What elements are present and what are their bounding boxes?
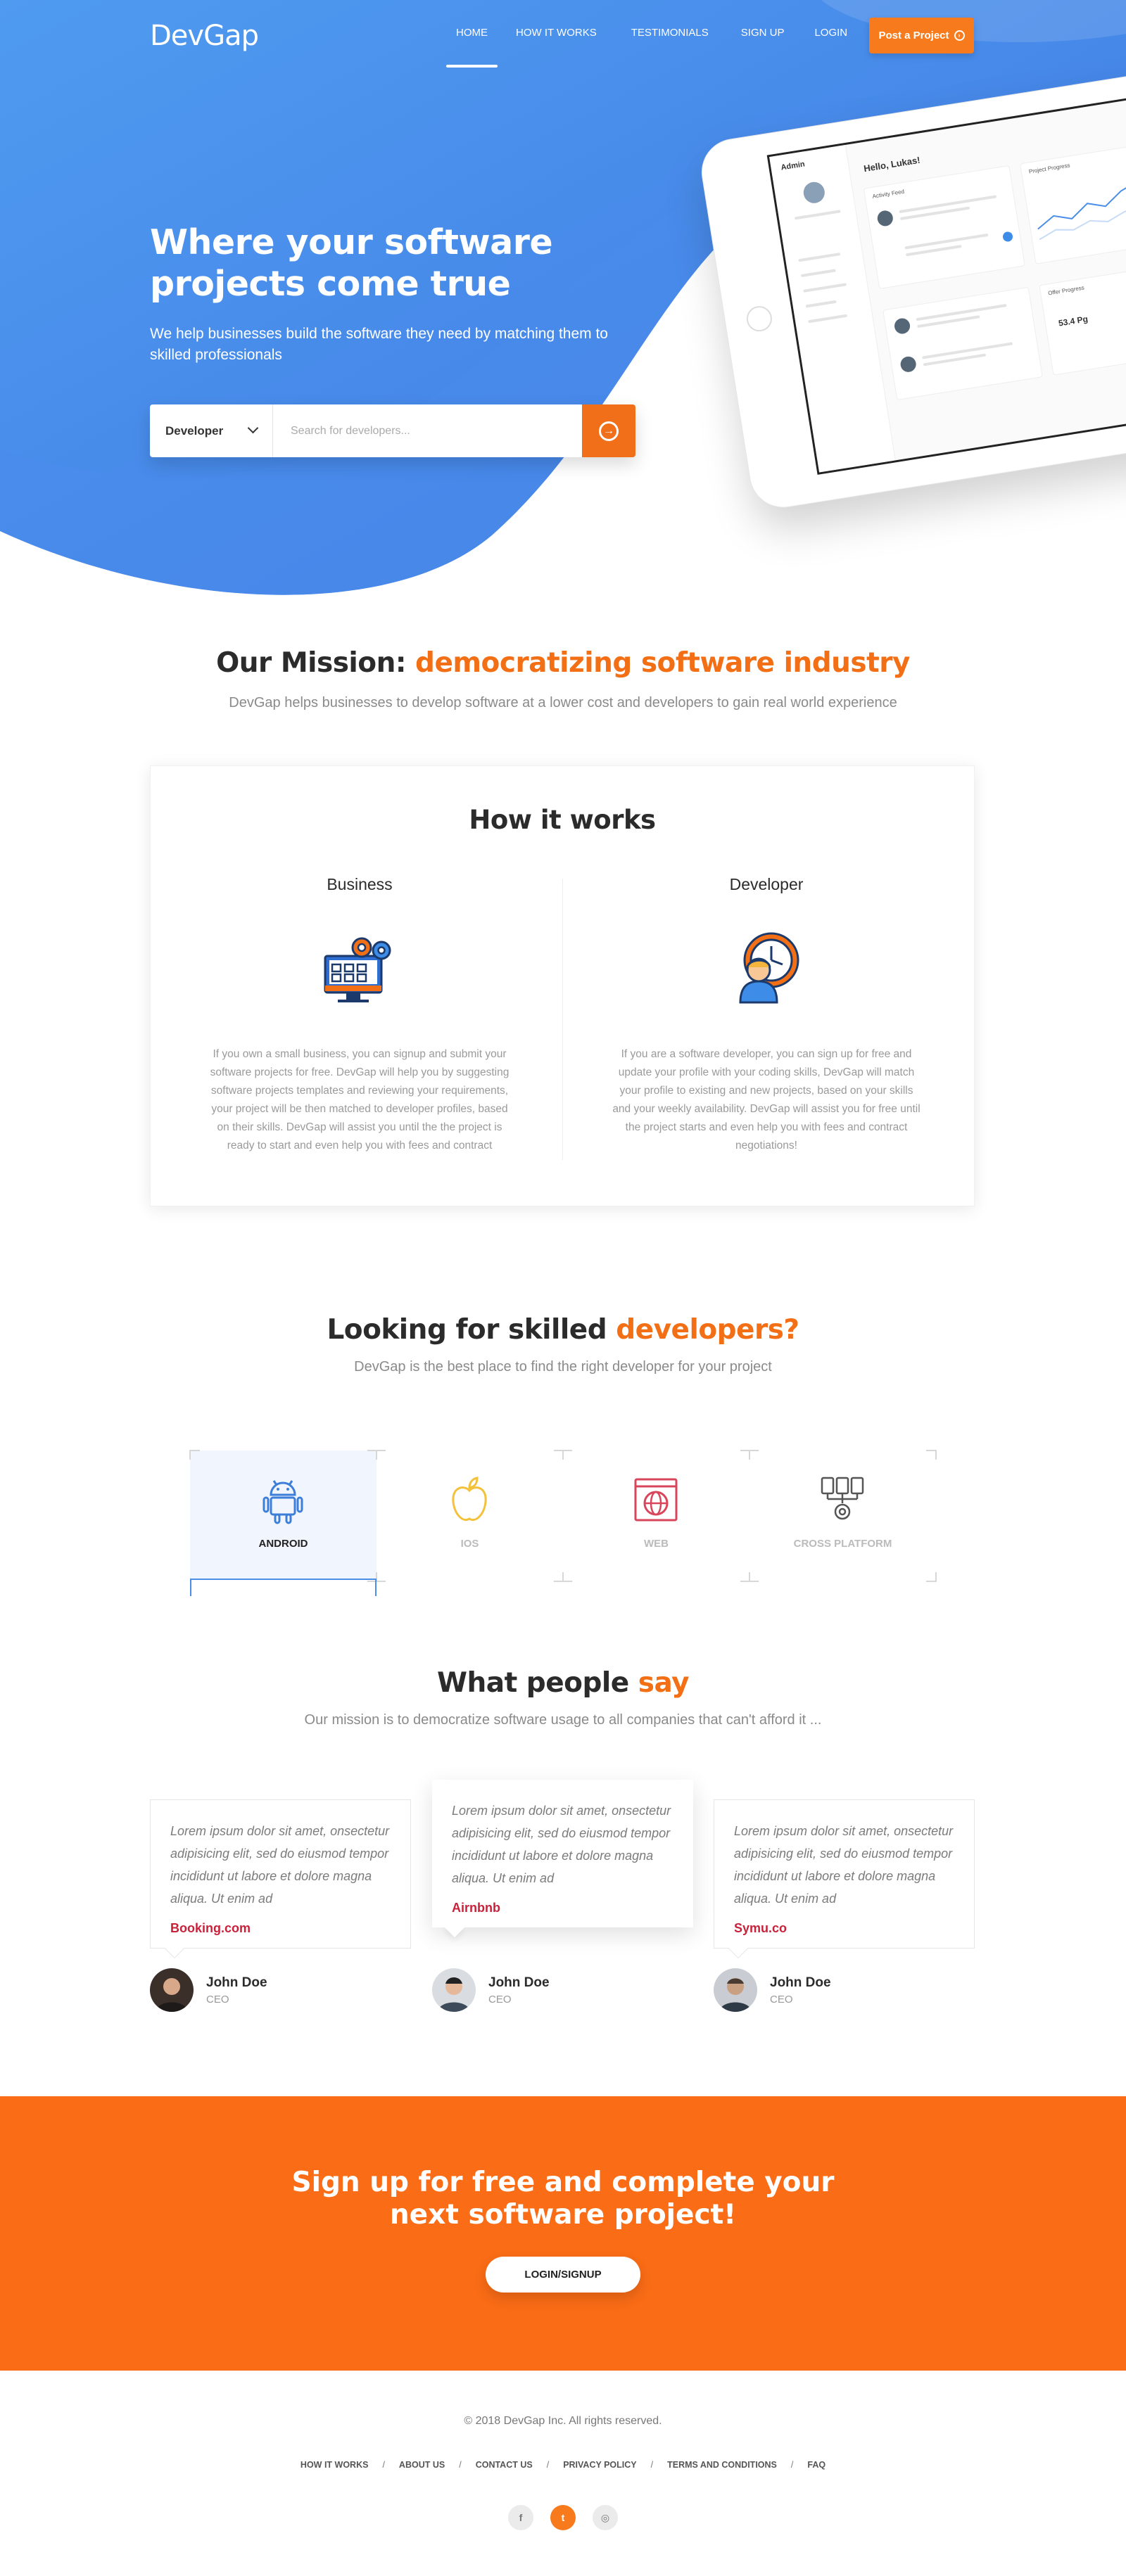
category-grid-marks <box>189 1450 937 1582</box>
footer-links: HOW IT WORKS / ABOUT US / CONTACT US / PRIV… <box>300 2460 826 2470</box>
footer-link-faq[interactable]: FAQ <box>807 2460 825 2470</box>
developer-heading: Developer <box>729 875 804 893</box>
business-column: Business If you own a small business, yo… <box>180 875 539 1155</box>
signup-cta-section: Sign up for free and complete your next … <box>0 2096 1126 2371</box>
nav-home[interactable]: HOME <box>446 27 498 68</box>
nav-testimonials[interactable]: TESTIMONIALS <box>631 27 709 68</box>
dashboard-activity-title: Activity Feed <box>872 188 905 200</box>
testimonials-subtitle: Our mission is to democratize software u… <box>304 1712 822 1728</box>
avatar <box>714 1968 757 2012</box>
testimonial-quote: Lorem ipsum dolor sit amet, onsectetur a… <box>170 1824 390 1906</box>
dashboard-screenshot: Admin Hello, Lukas! Activity Feed Projec… <box>766 84 1126 475</box>
footer-link-contact-us[interactable]: CONTACT US <box>476 2460 533 2470</box>
cta-title-line1: Sign up for free and complete your <box>291 2167 835 2198</box>
arrow-circle-icon: → <box>599 421 619 441</box>
how-it-works-title: How it works <box>469 805 656 835</box>
business-description: If you own a small business, you can sig… <box>210 1048 510 1152</box>
nav-how-it-works[interactable]: HOW IT WORKS <box>516 27 597 68</box>
testimonial-card: Lorem ipsum dolor sit amet, onsectetur a… <box>714 1799 975 1949</box>
author-role: CEO <box>206 1993 229 2006</box>
testimonial-card: Lorem ipsum dolor sit amet, onsectetur a… <box>150 1799 411 1949</box>
hero-title: Where your software projects come true <box>150 222 553 304</box>
testimonial-card-featured: Lorem ipsum dolor sit amet, onsectetur a… <box>432 1780 693 1927</box>
author-name: John Doe <box>206 1975 267 1990</box>
developer-column: Developer If you are a software develope… <box>587 875 946 1155</box>
social-links: f t ◎ <box>508 2505 618 2530</box>
dashboard-stat: 53.4 Pg <box>1058 314 1089 329</box>
main-nav: HOME HOW IT WORKS TESTIMONIALS SIGN UP L… <box>446 27 847 68</box>
twitter-icon[interactable]: t <box>550 2505 576 2530</box>
nav-login[interactable]: LOGIN <box>814 27 847 68</box>
dashboard-greeting: Hello, Lukas! <box>863 154 921 174</box>
testimonial-author: John Doe CEO <box>714 1968 831 2012</box>
avatar <box>150 1968 194 2012</box>
testimonials-title: What people say <box>0 1667 1126 1699</box>
footer-link-about-us[interactable]: ABOUT US <box>399 2460 445 2470</box>
developer-description: If you are a software developer, you can… <box>612 1048 921 1152</box>
mission-title: Our Mission: democratizing software indu… <box>0 647 1126 679</box>
divider <box>562 879 563 1160</box>
testimonials-title-start: What people <box>436 1667 629 1699</box>
nav-signup[interactable]: SIGN UP <box>741 27 785 68</box>
author-name: John Doe <box>488 1975 550 1990</box>
search-input[interactable]: Search for developers... <box>291 404 410 457</box>
business-heading: Business <box>327 875 393 893</box>
testimonials-title-highlight: say <box>638 1667 690 1699</box>
mission-title-start: Our Mission: <box>216 647 406 679</box>
developers-title-start: Looking for skilled <box>327 1314 607 1346</box>
testimonial-quote: Lorem ipsum dolor sit amet, onsectetur a… <box>734 1824 954 1906</box>
avatar <box>802 180 826 205</box>
arrow-circle-icon: › <box>954 30 965 41</box>
testimonial-company: Booking.com <box>170 1921 251 1935</box>
testimonial-company: Airnbnb <box>452 1901 500 1915</box>
cta-title: Sign up for free and complete your next … <box>0 2167 1126 2231</box>
testimonial-author: John Doe CEO <box>432 1968 550 2012</box>
post-project-label: Post a Project <box>878 30 949 42</box>
instagram-icon[interactable]: ◎ <box>593 2505 618 2530</box>
testimonial-quote: Lorem ipsum dolor sit amet, onsectetur a… <box>452 1804 671 1885</box>
developers-title-highlight: developers? <box>616 1314 799 1346</box>
developers-subtitle: DevGap is the best place to find the rig… <box>354 1359 772 1375</box>
developers-title: Looking for skilled developers? <box>0 1314 1126 1346</box>
chevron-down-icon <box>247 422 259 434</box>
login-signup-button[interactable]: LOGIN/SIGNUP <box>486 2257 640 2293</box>
mission-title-highlight: democratizing software industry <box>415 647 910 679</box>
cta-title-line2: next software project! <box>389 2199 737 2231</box>
testimonial-company: Symu.co <box>734 1921 787 1935</box>
footer-link-terms[interactable]: TERMS AND CONDITIONS <box>667 2460 777 2470</box>
author-role: CEO <box>770 1993 793 2006</box>
computer-gears-icon <box>324 937 391 1002</box>
avatar <box>432 1968 476 2012</box>
category-select-value: Developer <box>165 423 224 438</box>
dashboard-offers-title: Offer Progress <box>1047 284 1085 297</box>
footer-link-how-it-works[interactable]: HOW IT WORKS <box>301 2460 369 2470</box>
testimonial-author: John Doe CEO <box>150 1968 267 2012</box>
active-category-indicator <box>190 1579 377 1596</box>
facebook-icon[interactable]: f <box>508 2505 533 2530</box>
copyright: © 2018 DevGap Inc. All rights reserved. <box>464 2415 662 2427</box>
category-select[interactable]: Developer <box>150 404 273 457</box>
hero-subtitle: We help businesses build the software th… <box>150 326 608 363</box>
footer-link-privacy-policy[interactable]: PRIVACY POLICY <box>563 2460 636 2470</box>
dashboard-app-name: Admin <box>780 160 806 172</box>
mission-subtitle: DevGap helps businesses to develop softw… <box>229 695 897 710</box>
hero-section: DevGap HOME HOW IT WORKS TESTIMONIALS SI… <box>0 0 1126 633</box>
logo[interactable]: DevGap <box>150 20 259 52</box>
developer-search: Developer Search for developers... → <box>150 404 635 457</box>
author-name: John Doe <box>770 1975 831 1990</box>
author-role: CEO <box>488 1993 512 2006</box>
developer-clock-icon <box>739 932 799 1004</box>
search-submit-button[interactable]: → <box>582 404 635 457</box>
tablet-home-button <box>745 304 774 333</box>
how-it-works-card: How it works Business If you own a small… <box>150 765 975 1206</box>
post-project-button[interactable]: Post a Project › <box>869 18 974 53</box>
